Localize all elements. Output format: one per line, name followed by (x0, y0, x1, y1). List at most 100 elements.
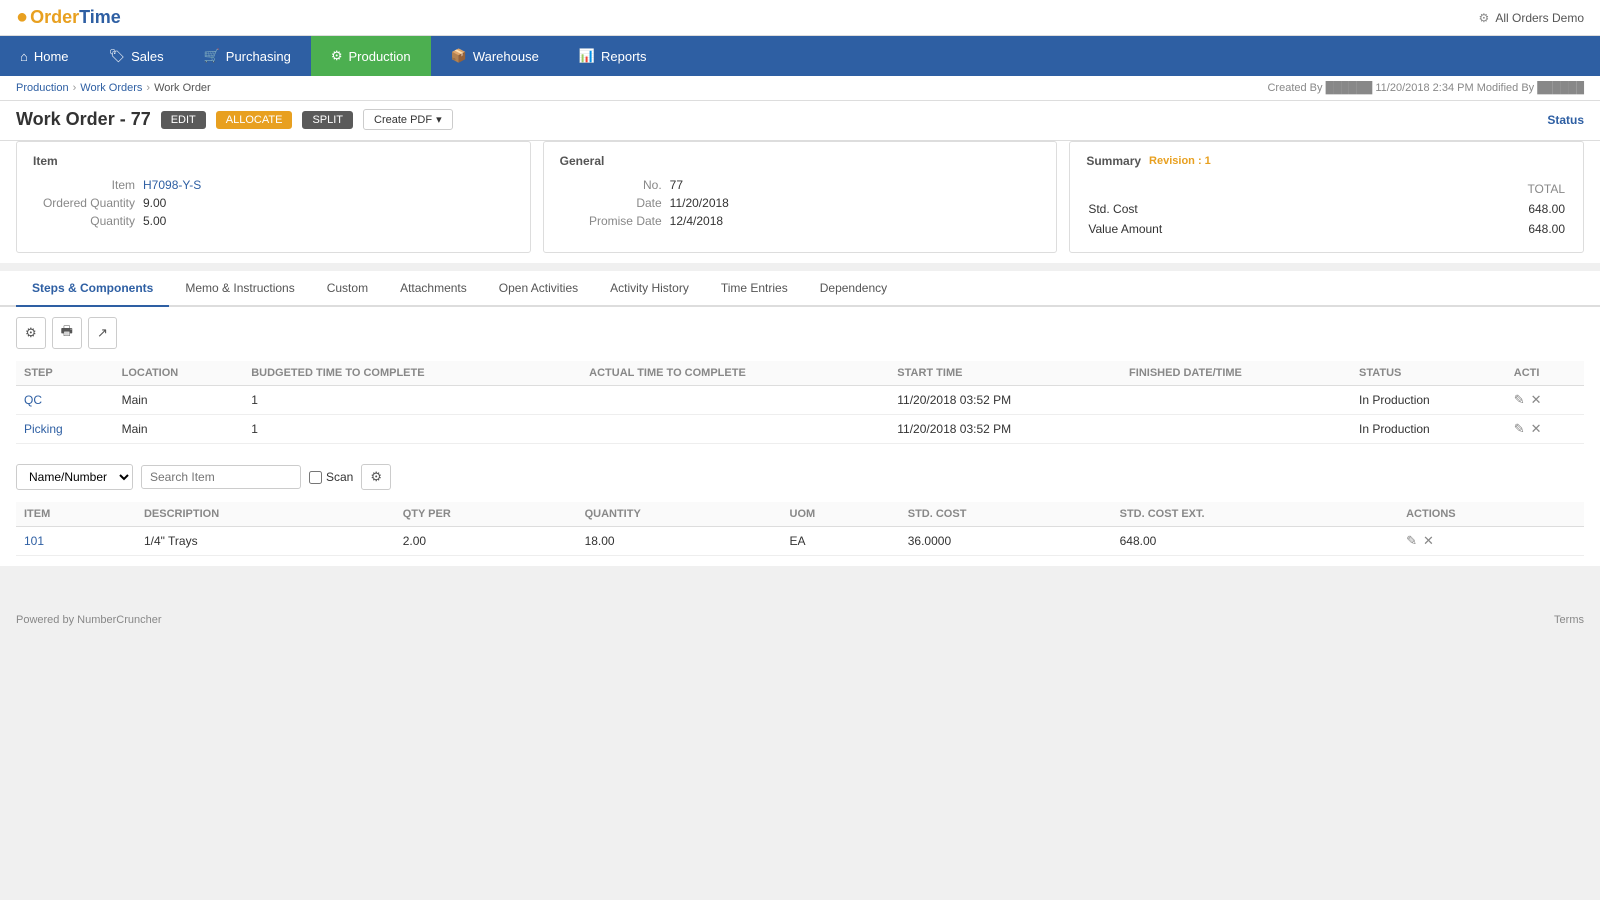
nav-warehouse[interactable]: 📦 Warehouse (431, 36, 559, 76)
summary-col-total: TOTAL (1405, 180, 1565, 198)
comp-col-std-cost-ext: STD. COST EXT. (1112, 502, 1398, 527)
edit-step-icon[interactable]: ✎ (1514, 421, 1525, 437)
general-panel-title: General (560, 154, 1041, 168)
settings-gear-icon[interactable]: ⚙ (1479, 11, 1490, 25)
pdf-dropdown-icon[interactable]: ▾ (436, 113, 442, 126)
scan-text: Scan (326, 470, 353, 484)
top-bar-right: ⚙ All Orders Demo (1479, 11, 1584, 25)
col-step: STEP (16, 361, 114, 386)
col-actions: ACTI (1506, 361, 1584, 386)
item-field-row: Item H7098-Y-S (33, 178, 514, 192)
promise-date-row: Promise Date 12/4/2018 (560, 214, 1041, 228)
components-settings-button[interactable]: ⚙ (361, 464, 391, 490)
tabs-bar: Steps & Components Memo & Instructions C… (0, 271, 1600, 307)
nav-home-label: Home (34, 49, 69, 64)
step-finished (1121, 386, 1351, 415)
breadcrumb-sep-2: › (146, 82, 150, 94)
nav-purchasing[interactable]: 🛒 Purchasing (184, 36, 311, 76)
item-label: Item (33, 178, 143, 192)
comp-col-description: DESCRIPTION (136, 502, 395, 527)
tab-dependency[interactable]: Dependency (804, 271, 903, 307)
no-label: No. (560, 178, 670, 192)
promise-date-value: 12/4/2018 (670, 214, 723, 228)
steps-print-button[interactable]: 🖶 (52, 317, 82, 349)
allocate-button[interactable]: ALLOCATE (216, 111, 293, 129)
demo-account-label: All Orders Demo (1495, 11, 1584, 25)
nav-sales[interactable]: 🏷 Sales (89, 36, 184, 76)
purchasing-icon: 🛒 (204, 48, 220, 64)
components-table-row: 101 1/4" Trays 2.00 18.00 EA 36.0000 648… (16, 527, 1584, 556)
comp-col-uom: UOM (782, 502, 900, 527)
comp-std-cost-ext: 648.00 (1112, 527, 1398, 556)
nav-reports[interactable]: 📊 Reports (559, 36, 667, 76)
logo-time: Time (79, 7, 121, 28)
breadcrumb-work-orders[interactable]: Work Orders (80, 82, 142, 94)
col-start-time: START TIME (889, 361, 1121, 386)
qty-value: 5.00 (143, 214, 166, 228)
edit-comp-icon[interactable]: ✎ (1406, 533, 1417, 549)
comp-description: 1/4" Trays (136, 527, 395, 556)
steps-settings-button[interactable]: ⚙ (16, 317, 46, 349)
comp-col-qty-per: QTY PER (395, 502, 577, 527)
qty-label: Quantity (33, 214, 143, 228)
step-finished (1121, 415, 1351, 444)
create-pdf-button[interactable]: Create PDF ▾ (363, 109, 453, 130)
scan-label: Scan (309, 470, 353, 484)
main-nav: ⌂ Home 🏷 Sales 🛒 Purchasing ⚙ Production… (0, 36, 1600, 76)
scan-checkbox[interactable] (309, 471, 322, 484)
date-value: 11/20/2018 (670, 196, 729, 210)
comp-qty-per: 2.00 (395, 527, 577, 556)
step-actual (581, 386, 889, 415)
search-item-input[interactable] (141, 465, 301, 489)
summary-col-label (1088, 180, 1403, 198)
nav-reports-label: Reports (601, 49, 647, 64)
edit-step-icon[interactable]: ✎ (1514, 392, 1525, 408)
step-link[interactable]: Picking (24, 422, 63, 436)
delete-step-icon[interactable]: ✕ (1531, 392, 1542, 408)
step-link[interactable]: QC (24, 393, 42, 407)
general-panel: General No. 77 Date 11/20/2018 Promise D… (543, 141, 1058, 253)
step-location: Main (114, 386, 244, 415)
step-actions: ✎ ✕ (1506, 386, 1584, 415)
promise-date-label: Promise Date (560, 214, 670, 228)
summary-std-cost-row: Std. Cost 648.00 (1088, 200, 1565, 218)
nav-production[interactable]: ⚙ Production (311, 36, 431, 76)
tab-activity-history[interactable]: Activity History (594, 271, 705, 307)
reports-icon: 📊 (579, 48, 595, 64)
nav-sales-label: Sales (131, 49, 164, 64)
tab-time-entries[interactable]: Time Entries (705, 271, 804, 307)
warehouse-icon: 📦 (451, 48, 467, 64)
steps-export-button[interactable]: ↗ (88, 317, 117, 349)
info-panels: Item Item H7098-Y-S Ordered Quantity 9.0… (0, 141, 1600, 263)
breadcrumb-meta: Created By ██████ 11/20/2018 2:34 PM Mod… (1267, 82, 1584, 94)
tab-custom[interactable]: Custom (311, 271, 384, 307)
summary-value-amount-row: Value Amount 648.00 (1088, 220, 1565, 238)
filter-select[interactable]: Name/Number Description Item ID (16, 464, 133, 490)
footer: Powered by NumberCruncher Terms (0, 606, 1600, 634)
tab-open-activities[interactable]: Open Activities (483, 271, 594, 307)
comp-item-link[interactable]: 101 (24, 534, 44, 548)
footer-left: Powered by NumberCruncher (16, 614, 162, 626)
delete-comp-icon[interactable]: ✕ (1423, 533, 1434, 549)
summary-panel: Summary Revision : 1 TOTAL Std. Cost 648… (1069, 141, 1584, 253)
delete-step-icon[interactable]: ✕ (1531, 421, 1542, 437)
status-label: Status (1547, 113, 1584, 127)
tab-memo[interactable]: Memo & Instructions (169, 271, 310, 307)
comp-col-std-cost: STD. COST (900, 502, 1112, 527)
tab-steps-components[interactable]: Steps & Components (16, 271, 169, 307)
item-link[interactable]: H7098-Y-S (143, 178, 201, 192)
split-button[interactable]: SPLIT (302, 111, 353, 129)
nav-home[interactable]: ⌂ Home (0, 36, 89, 76)
item-panel-title: Item (33, 154, 514, 168)
tab-attachments[interactable]: Attachments (384, 271, 483, 307)
breadcrumb-current: Work Order (154, 82, 211, 94)
ordered-qty-row: Ordered Quantity 9.00 (33, 196, 514, 210)
page-title: Work Order - 77 (16, 109, 151, 130)
std-cost-value: 648.00 (1405, 200, 1565, 218)
breadcrumb-production[interactable]: Production (16, 82, 69, 94)
steps-toolbar: ⚙ 🖶 ↗ (16, 317, 1584, 349)
edit-button[interactable]: EDIT (161, 111, 206, 129)
comp-uom: EA (782, 527, 900, 556)
comp-actions: ✎ ✕ (1398, 527, 1584, 556)
item-value: H7098-Y-S (143, 178, 201, 192)
